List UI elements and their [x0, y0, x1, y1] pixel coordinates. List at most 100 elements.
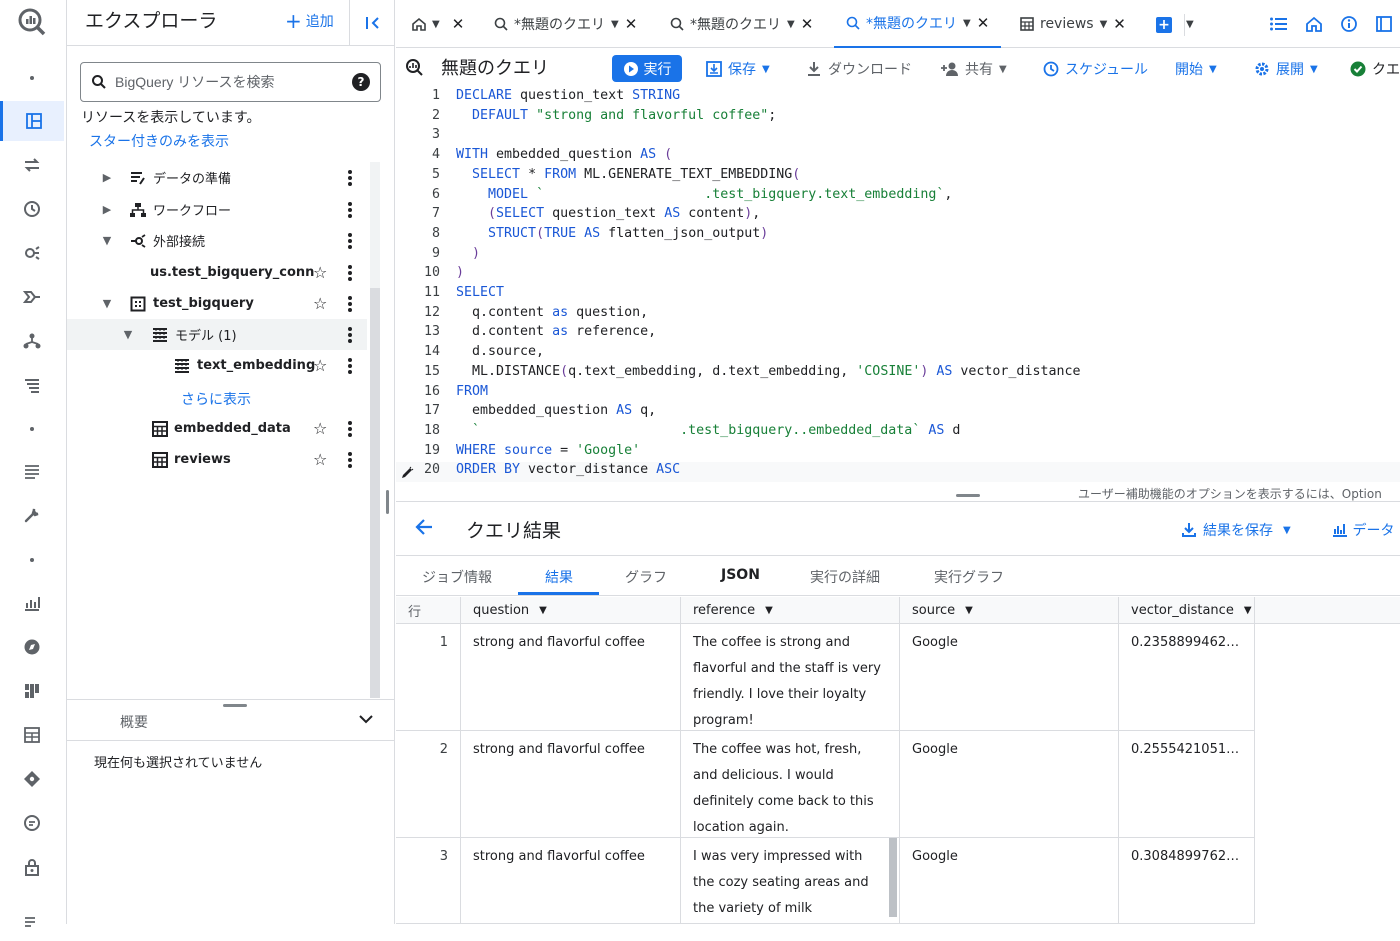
- close-icon[interactable]: ✕: [801, 15, 814, 33]
- collapse-arrow-icon[interactable]: ▼: [101, 297, 113, 310]
- close-icon[interactable]: ✕: [977, 14, 990, 32]
- more-options-icon[interactable]: [347, 451, 353, 468]
- sql-editor[interactable]: 1 DECLARE question_text STRING 2 DEFAULT …: [396, 88, 1400, 484]
- list-icon[interactable]: [0, 365, 64, 405]
- tree-item-table[interactable]: reviews ☆: [67, 444, 367, 475]
- add-button[interactable]: + 追加: [285, 11, 334, 31]
- more-options-icon[interactable]: [347, 326, 353, 343]
- more-options-icon[interactable]: [347, 264, 353, 281]
- table-cell[interactable]: Google: [900, 624, 1119, 731]
- chevron-down-icon[interactable]: ▼: [765, 605, 773, 616]
- download-button[interactable]: ダウンロード: [806, 59, 912, 79]
- tree-item-model[interactable]: text_embedding ☆: [67, 350, 367, 381]
- expand-arrow-icon[interactable]: ▶: [101, 203, 113, 216]
- table-cell[interactable]: 0.255542105153…: [1119, 731, 1255, 838]
- more-options-icon[interactable]: [347, 232, 353, 249]
- column-header-vector-distance[interactable]: vector_distance ▼: [1119, 597, 1255, 624]
- column-header-source[interactable]: source ▼: [900, 597, 1119, 624]
- chart-icon[interactable]: [0, 583, 64, 623]
- help-icon[interactable]: ?: [352, 73, 370, 91]
- close-icon[interactable]: ✕: [452, 15, 465, 33]
- scheduled-icon[interactable]: [0, 189, 64, 229]
- tab-chart[interactable]: グラフ: [625, 567, 667, 587]
- tab-query-2[interactable]: *無題のクエリ ▼ ✕: [670, 0, 813, 48]
- diamond-icon[interactable]: [0, 759, 64, 799]
- tree-item-external-connections[interactable]: ▼ 外部接続: [67, 225, 367, 256]
- chevron-down-icon[interactable]: ▼: [1100, 19, 1108, 30]
- queue-icon[interactable]: [0, 451, 64, 491]
- search-input[interactable]: [115, 74, 344, 90]
- tree-item-workflow[interactable]: ▶ ワークフロー: [67, 194, 367, 225]
- table-cell[interactable]: I was very impressed with the cozy seati…: [681, 838, 900, 924]
- feedback-icon[interactable]: [0, 803, 64, 843]
- column-header-question[interactable]: question ▼: [461, 597, 681, 624]
- tree-scrollbar-thumb[interactable]: [370, 288, 380, 698]
- table-cell[interactable]: The coffee was hot, fresh, and delicious…: [681, 731, 900, 838]
- tree-item-table[interactable]: embedded_data ☆: [67, 413, 367, 444]
- tab-home[interactable]: ▼ ✕: [412, 0, 464, 48]
- more-options-icon[interactable]: [347, 169, 353, 186]
- panel-resize-handle[interactable]: [386, 490, 389, 514]
- close-icon[interactable]: ✕: [1113, 15, 1126, 33]
- save-results-button[interactable]: 結果を保存 ▼: [1181, 520, 1291, 540]
- chevron-down-icon[interactable]: ▼: [1244, 605, 1252, 616]
- expand-arrow-icon[interactable]: ▶: [101, 171, 113, 184]
- more-options-icon[interactable]: [347, 295, 353, 312]
- share-button[interactable]: 共有 ▼: [941, 59, 1007, 79]
- dashboard-icon[interactable]: [0, 101, 64, 141]
- table-cell[interactable]: Google: [900, 838, 1119, 924]
- tab-results[interactable]: 結果: [545, 567, 573, 587]
- list-icon[interactable]: [1270, 16, 1288, 36]
- chevron-down-icon[interactable]: ▼: [611, 19, 619, 30]
- tree-item-dataset[interactable]: ▼ test_bigquery ☆: [67, 288, 367, 319]
- table-cell[interactable]: The coffee is strong and flavorful and t…: [681, 624, 900, 731]
- new-tab-button[interactable]: +: [1156, 17, 1172, 33]
- chevron-down-icon[interactable]: ▼: [1186, 0, 1194, 48]
- more-options-icon[interactable]: [347, 420, 353, 437]
- table-cell[interactable]: strong and flavorful coffee: [461, 624, 681, 731]
- pipeline-icon[interactable]: [0, 277, 64, 317]
- table-cell[interactable]: 0.235889946293…: [1119, 624, 1255, 731]
- table-cell[interactable]: strong and flavorful coffee: [461, 731, 681, 838]
- tab-job-info[interactable]: ジョブ情報: [422, 567, 492, 587]
- back-arrow-icon[interactable]: [414, 517, 434, 542]
- tree-item-data-prep[interactable]: ▶ データの準備: [67, 162, 367, 193]
- table-cell[interactable]: strong and flavorful coffee: [461, 838, 681, 924]
- show-starred-link[interactable]: スター付きのみを表示: [89, 131, 229, 151]
- tab-reviews[interactable]: reviews ▼ ✕: [1020, 0, 1126, 48]
- deploy-button[interactable]: 展開 ▼: [1254, 59, 1318, 79]
- edit-pencil-icon[interactable]: [400, 466, 414, 480]
- star-icon[interactable]: ☆: [313, 450, 327, 469]
- resource-search[interactable]: ?: [80, 62, 381, 102]
- save-button[interactable]: 保存 ▼: [706, 59, 770, 79]
- tab-execution-details[interactable]: 実行の詳細: [810, 567, 880, 587]
- transfers-icon[interactable]: [0, 145, 64, 185]
- chevron-down-icon[interactable]: ▼: [965, 605, 973, 616]
- tab-query-3[interactable]: *無題のクエリ ▼ ✕: [834, 0, 1002, 48]
- star-icon[interactable]: ☆: [313, 419, 327, 438]
- tree-item-models[interactable]: ▼ モデル (1): [67, 319, 367, 350]
- show-more-link[interactable]: さらに表示: [181, 389, 251, 409]
- more-options-icon[interactable]: [347, 357, 353, 374]
- tab-json[interactable]: JSON: [721, 567, 760, 583]
- schedule-button[interactable]: スケジュール: [1043, 59, 1148, 79]
- chevron-down-icon[interactable]: [359, 712, 373, 728]
- cell-scrollbar[interactable]: [889, 838, 897, 917]
- info-icon[interactable]: [1341, 16, 1357, 36]
- star-icon[interactable]: ☆: [313, 356, 327, 375]
- chevron-down-icon[interactable]: ▼: [787, 19, 795, 30]
- collapse-arrow-icon[interactable]: ▼: [122, 328, 134, 341]
- wrench-icon[interactable]: [0, 495, 64, 535]
- home-icon[interactable]: [1306, 16, 1322, 36]
- chevron-down-icon[interactable]: ▼: [963, 18, 971, 29]
- explore-data-button[interactable]: データ: [1332, 520, 1394, 540]
- star-icon[interactable]: ☆: [313, 294, 327, 313]
- compass-icon[interactable]: [0, 627, 64, 667]
- table-cell[interactable]: Google: [900, 731, 1119, 838]
- workflow-icon[interactable]: [0, 321, 64, 361]
- validation-status[interactable]: クエ: [1350, 59, 1400, 79]
- bigquery-logo-icon[interactable]: [16, 6, 48, 38]
- lock-icon[interactable]: [0, 847, 64, 887]
- column-header-reference[interactable]: reference ▼: [681, 597, 900, 624]
- expand-icon[interactable]: [1376, 16, 1392, 36]
